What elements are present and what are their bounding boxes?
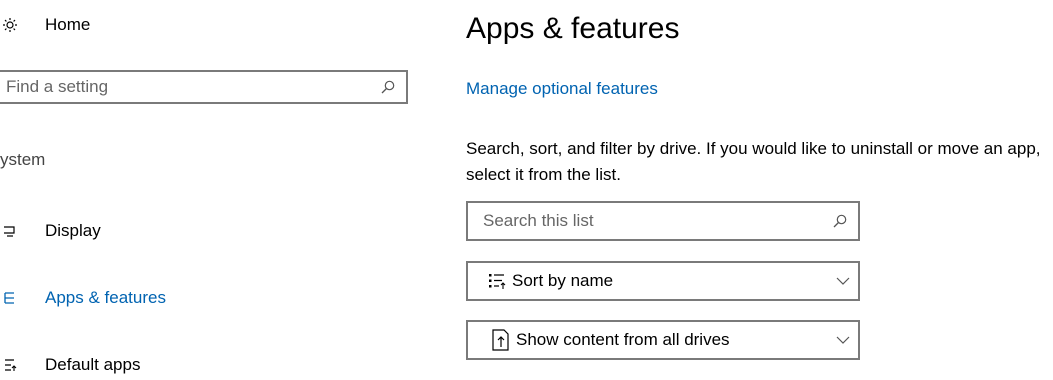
- display-icon: [0, 221, 20, 241]
- home-label: Home: [45, 15, 91, 34]
- section-heading: ystem: [0, 150, 46, 169]
- sidebar-item-label: Default apps: [45, 355, 141, 374]
- sort-dropdown[interactable]: Sort by name: [466, 261, 860, 301]
- gear-icon: [0, 15, 20, 35]
- search-icon[interactable]: [370, 80, 406, 94]
- find-setting-search-box[interactable]: [0, 70, 408, 104]
- search-icon[interactable]: [822, 214, 858, 228]
- sidebar-item-apps-features[interactable]: Apps & features: [0, 283, 166, 313]
- search-list-box[interactable]: [466, 201, 860, 241]
- manage-optional-features-link[interactable]: Manage optional features: [466, 79, 658, 99]
- description-text: Search, sort, and filter by drive. If yo…: [466, 139, 1041, 184]
- apps-features-icon: [0, 288, 20, 308]
- drive-filter-label: Show content from all drives: [516, 330, 730, 349]
- sidebar-item-label: Apps & features: [45, 288, 166, 307]
- chevron-down-icon: [828, 277, 858, 285]
- drive-filter-icon: [492, 329, 510, 351]
- sort-icon: [488, 272, 506, 290]
- page-title: Apps & features: [466, 12, 680, 45]
- search-list-input[interactable]: [468, 211, 822, 231]
- drive-filter-dropdown[interactable]: Show content from all drives: [466, 320, 860, 360]
- sidebar-item-default-apps[interactable]: Default apps: [0, 350, 140, 380]
- find-setting-input[interactable]: [0, 77, 370, 97]
- home-nav-item[interactable]: Home: [0, 10, 90, 40]
- chevron-down-icon: [828, 336, 858, 344]
- default-apps-icon: [0, 355, 20, 375]
- sidebar-item-label: Display: [45, 221, 101, 240]
- sort-dropdown-label: Sort by name: [512, 271, 614, 290]
- sidebar-item-display[interactable]: Display: [0, 216, 101, 246]
